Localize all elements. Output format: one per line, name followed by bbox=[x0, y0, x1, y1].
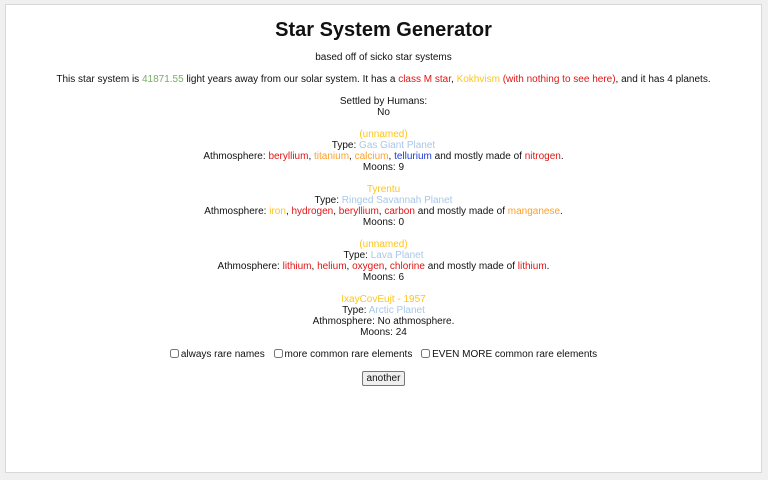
option-label: more common rare elements bbox=[284, 349, 413, 360]
mostly-label: and mostly made of bbox=[424, 261, 518, 272]
planet-list: (unnamed) Type: Gas Giant Planet Athmosphe… bbox=[6, 129, 761, 338]
element-name: calcium bbox=[354, 151, 389, 162]
planet-name: (unnamed) bbox=[359, 129, 408, 140]
atmosphere-line: Athmosphere: beryllium, titanium, calciu… bbox=[6, 151, 761, 162]
planet-type: Ringed Savannah Planet bbox=[341, 195, 453, 206]
mostly-label: and mostly made of bbox=[414, 206, 508, 217]
desc-prefix: This star system is bbox=[56, 74, 142, 85]
option-label: always rare names bbox=[180, 349, 265, 360]
planet-name: IxayCovEujt - 1957 bbox=[341, 294, 426, 305]
star-name: Kokhvism bbox=[456, 74, 500, 85]
moons-line: Moons: 0 bbox=[6, 217, 761, 228]
planet-block: (unnamed) Type: Lava Planet Athmosphere: l… bbox=[6, 239, 761, 283]
type-label: Type: bbox=[314, 195, 342, 206]
options-row: always rare names more common rare eleme… bbox=[6, 349, 761, 360]
no-atmosphere: No athmosphere. bbox=[377, 316, 455, 327]
element-name: titanium bbox=[314, 151, 350, 162]
settled-section: Settled by Humans: No bbox=[6, 96, 761, 118]
system-description: This star system is 41871.55 light years… bbox=[6, 74, 761, 85]
content: Star System Generator based off of sicko… bbox=[6, 5, 761, 386]
atmosphere-line: Athmosphere: No athmosphere. bbox=[6, 316, 761, 327]
planet-type-line: Type: Ringed Savannah Planet bbox=[6, 195, 761, 206]
element-name: hydrogen bbox=[291, 206, 334, 217]
planet-type-line: Type: Gas Giant Planet bbox=[6, 140, 761, 151]
planet-block: Tyrentu Type: Ringed Savannah Planet Athmo… bbox=[6, 184, 761, 228]
planet-type: Arctic Planet bbox=[368, 305, 425, 316]
atmosphere-label: Athmosphere: bbox=[203, 151, 269, 162]
element-name: beryllium bbox=[338, 206, 379, 217]
planet-type-line: Type: Lava Planet bbox=[6, 250, 761, 261]
option-label: EVEN MORE common rare elements bbox=[432, 349, 598, 360]
desc-suffix: planets. bbox=[672, 74, 711, 85]
planet-type: Lava Planet bbox=[370, 250, 424, 261]
atmosphere-line: Athmosphere: lithium, helium, oxygen, ch… bbox=[6, 261, 761, 272]
type-label: Type: bbox=[331, 140, 360, 151]
element-name: beryllium bbox=[268, 151, 309, 162]
desc-mid1: light years away from our solar system. … bbox=[183, 74, 399, 85]
planet-type-line: Type: Arctic Planet bbox=[6, 305, 761, 316]
star-note: (with nothing to see here) bbox=[502, 74, 616, 85]
option-1: always rare names bbox=[169, 349, 265, 360]
settled-label: Settled by Humans: bbox=[339, 96, 428, 107]
planet-type: Gas Giant Planet bbox=[359, 140, 436, 151]
planet-name: Tyrentu bbox=[366, 184, 401, 195]
moons-label: Moons: bbox=[362, 272, 399, 283]
period: . bbox=[546, 261, 550, 272]
atmosphere-label: Athmosphere: bbox=[312, 316, 378, 327]
generator-panel: Star System Generator based off of sicko… bbox=[5, 4, 762, 473]
period: . bbox=[560, 206, 563, 217]
another-button[interactable]: another bbox=[361, 371, 406, 386]
moons-label: Moons: bbox=[360, 327, 396, 338]
moons-line: Moons: 9 bbox=[6, 162, 761, 173]
moons-count: 24 bbox=[395, 327, 407, 338]
option-checkbox[interactable] bbox=[421, 349, 431, 358]
atmosphere-line: Athmosphere: iron, hydrogen, beryllium, … bbox=[6, 206, 761, 217]
moons-label: Moons: bbox=[362, 217, 399, 228]
option-checkbox[interactable] bbox=[169, 349, 179, 358]
moons-line: Moons: 24 bbox=[6, 327, 761, 338]
option-checkbox[interactable] bbox=[273, 349, 283, 358]
element-name: chlorine bbox=[389, 261, 425, 272]
type-label: Type: bbox=[343, 250, 371, 261]
atmosphere-label: Athmosphere: bbox=[204, 206, 270, 217]
period: . bbox=[560, 151, 564, 162]
moons-label: Moons: bbox=[362, 162, 399, 173]
moons-line: Moons: 6 bbox=[6, 272, 761, 283]
main-element: manganese bbox=[507, 206, 561, 217]
distance-value: 41871.55 bbox=[141, 74, 184, 85]
main-element: lithium bbox=[517, 261, 547, 272]
planet-name: (unnamed) bbox=[359, 239, 408, 250]
page-title: Star System Generator bbox=[275, 19, 492, 41]
moons-count: 9 bbox=[398, 162, 405, 173]
type-label: Type: bbox=[342, 305, 369, 316]
element-name: oxygen bbox=[352, 261, 385, 272]
option-2: more common rare elements bbox=[273, 349, 413, 360]
element-name: helium bbox=[317, 261, 347, 272]
element-name: lithium bbox=[282, 261, 312, 272]
atmosphere-label: Athmosphere: bbox=[217, 261, 283, 272]
subtitle: based off of sicko star systems bbox=[315, 52, 452, 63]
moons-count: 0 bbox=[398, 217, 405, 228]
settled-value: No bbox=[377, 107, 390, 118]
element-name: iron bbox=[269, 206, 286, 217]
moons-count: 6 bbox=[398, 272, 405, 283]
option-3: EVEN MORE common rare elements bbox=[421, 349, 597, 360]
mostly-label: and mostly made of bbox=[431, 151, 525, 162]
element-name: tellurium bbox=[394, 151, 432, 162]
main-element: nitrogen bbox=[524, 151, 561, 162]
element-name: carbon bbox=[384, 206, 415, 217]
star-class: class M star bbox=[398, 74, 451, 85]
planet-block: IxayCovEujt - 1957 Type: Arctic Planet Ath… bbox=[6, 294, 761, 338]
planet-block: (unnamed) Type: Gas Giant Planet Athmosphe… bbox=[6, 129, 761, 173]
desc-mid2: , and it has bbox=[615, 74, 668, 85]
